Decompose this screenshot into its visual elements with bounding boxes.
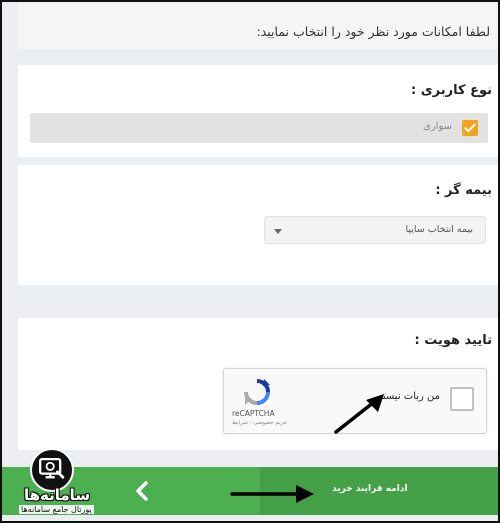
user-type-title: نوع کاربری : [411, 83, 492, 98]
insurer-title: بیمه گر : [435, 183, 492, 198]
recaptcha-label: من ربات نیستم [376, 391, 440, 402]
recaptcha-widget: من ربات نیستم reCAPTCHA حریم خصوصی - شرا… [223, 368, 487, 434]
verification-section: تایید هویت : من ربات نیستم reCAPTCHA حری… [18, 318, 498, 450]
user-type-section: نوع کاربری : سواری [18, 65, 498, 157]
insurer-section: بیمه گر : بیمه انتخاب سایپا [18, 165, 498, 285]
continue-button-label: ادامه فرایند خرید [332, 484, 408, 494]
watermark-logo: سامانه‌ها پورتال جامع سامانه‌ها [10, 448, 106, 521]
recaptcha-checkbox[interactable] [450, 387, 474, 411]
watermark-tagline: پورتال جامع سامانه‌ها [19, 505, 94, 514]
verification-title: تایید هویت : [414, 333, 492, 348]
recaptcha-logo-icon [244, 379, 270, 405]
caret-down-icon [274, 229, 282, 234]
user-type-option-label: سواری [423, 121, 452, 132]
insurer-select[interactable]: بیمه انتخاب سایپا [264, 216, 486, 244]
insurer-select-value: بیمه انتخاب سایپا [405, 224, 473, 235]
intro-panel: لطفا امکانات مورد نظر خود را انتخاب نمای… [18, 2, 498, 49]
app-frame: لطفا امکانات مورد نظر خود را انتخاب نمای… [0, 0, 500, 523]
recaptcha-terms-link[interactable]: حریم خصوصی - شرایط [232, 420, 287, 426]
user-type-option-savari[interactable]: سواری [30, 113, 488, 143]
user-type-checkbox[interactable] [462, 120, 478, 136]
intro-text: لطفا امکانات مورد نظر خود را انتخاب نمای… [256, 24, 491, 39]
chevron-left-icon[interactable] [129, 477, 157, 505]
recaptcha-brand: reCAPTCHA [232, 409, 275, 418]
watermark-name: سامانه‌ها [24, 486, 91, 504]
